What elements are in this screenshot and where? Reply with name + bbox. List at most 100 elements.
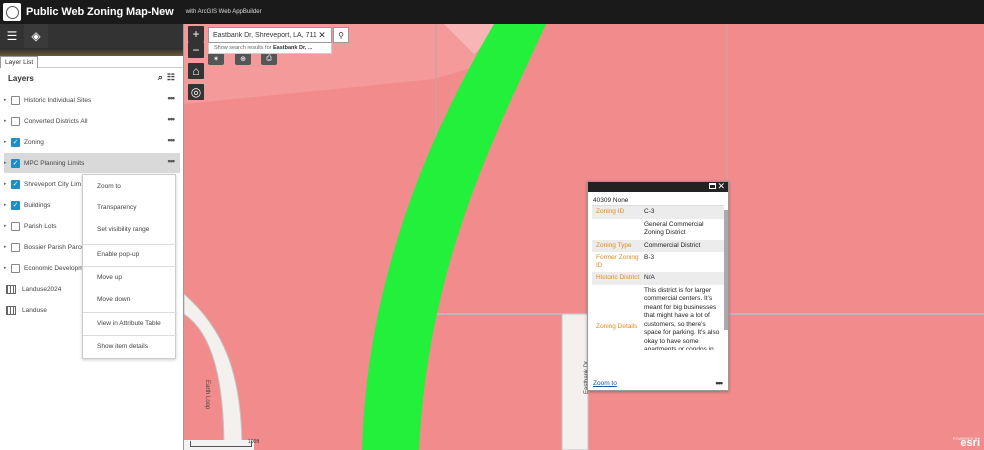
context-menu-item[interactable]: Show item details <box>83 341 177 353</box>
layer-visibility-checkbox[interactable] <box>11 263 20 273</box>
popup-field-value: N/A <box>644 274 655 281</box>
popup-field-value: This district is for larger commercial c… <box>644 286 720 351</box>
layer-label: Historic Individual Sites <box>24 96 92 104</box>
context-menu-item[interactable]: Enable pop-up <box>83 249 177 261</box>
layer-options-icon[interactable]: ••• <box>168 93 176 103</box>
context-menu-item[interactable]: Zoom to <box>83 181 177 193</box>
more-options-icon[interactable]: ••• <box>716 378 724 388</box>
print-icon[interactable]: ⎙ <box>261 53 277 65</box>
layer-label: Zoning <box>24 138 44 146</box>
layer-label: MPC Planning Limits <box>24 159 85 167</box>
search-suggestion[interactable]: Show search results for Eastbank Dr, ... <box>208 43 332 54</box>
layer-visibility-checkbox[interactable]: ✓ <box>11 200 20 210</box>
popup-field-value: C-3 <box>644 208 655 215</box>
popup-field-key: Zoning ID <box>596 208 625 215</box>
expand-caret-icon[interactable]: ▸ <box>4 97 10 103</box>
popup-field-row: Zoning Type Commercial District <box>592 239 724 252</box>
context-menu-item[interactable]: Set visibility range <box>83 224 177 236</box>
layer-context-menu: Zoom to Transparency Set visibility range E… <box>82 174 177 359</box>
popup-title: 40309 None <box>592 192 724 206</box>
measure-icon[interactable]: ✶ <box>208 53 224 65</box>
popup-field-value: General Commercial Zoning District <box>644 220 704 237</box>
app-title: Public Web Zoning Map-New <box>26 6 174 18</box>
popup-content: 40309 None Zoning ID C-3 General Commercia… <box>588 192 728 350</box>
scale-bar <box>190 441 252 447</box>
menu-divider <box>83 312 177 313</box>
search-box: ✕ <box>208 27 332 43</box>
layer-row[interactable]: ▸ ✓ MPC Planning Limits ••• <box>4 153 180 173</box>
layer-visibility-checkbox[interactable] <box>11 242 20 252</box>
expand-caret-icon[interactable]: ▸ <box>4 160 10 166</box>
layer-visibility-checkbox[interactable] <box>11 95 20 105</box>
popup-field-row: Former Zoning ID B-3 <box>592 252 724 272</box>
layer-options-icon[interactable]: ••• <box>168 156 176 166</box>
layer-visibility-checkbox[interactable]: ✓ <box>11 158 20 168</box>
popup-titlebar: ✕ <box>588 181 728 192</box>
expand-caret-icon[interactable]: ▸ <box>4 139 10 145</box>
popup-field-key: Former Zoning ID <box>596 254 639 269</box>
layer-visibility-checkbox[interactable] <box>11 116 20 126</box>
expand-caret-icon[interactable]: ▸ <box>4 223 10 229</box>
search-hint-prefix: Show search results for <box>214 45 272 51</box>
context-menu-item[interactable]: Move down <box>83 294 177 306</box>
popup-field-row: Zoning ID C-3 <box>592 206 724 219</box>
layer-label: Shreveport City Lim <box>24 180 82 188</box>
layer-row[interactable]: ▸ Converted Districts All ••• <box>4 111 180 131</box>
home-button[interactable]: ⌂ <box>188 63 204 79</box>
layer-row[interactable]: ▸ Historic Individual Sites ••• <box>4 90 180 110</box>
expand-caret-icon[interactable]: ▸ <box>4 244 10 250</box>
zoom-in-button[interactable]: + <box>188 26 204 42</box>
zoom-out-button[interactable]: − <box>188 42 204 58</box>
layers-icon[interactable]: ◈ <box>24 24 48 48</box>
layer-label: Economic Developm <box>24 264 84 272</box>
esri-wordmark: esri <box>960 437 980 449</box>
context-menu-item[interactable]: View in Attribute Table <box>83 318 177 330</box>
layer-options-icon[interactable]: ••• <box>168 114 176 124</box>
popup-fields: Zoning ID C-3 General Commercial Zoning Di… <box>588 206 728 350</box>
layer-label: Bossier Parish Parcel <box>24 243 87 251</box>
layer-options-icon[interactable]: ••• <box>168 135 176 145</box>
tab-layer-list[interactable]: Layer List <box>0 56 39 68</box>
table-icon <box>6 284 16 294</box>
expand-caret-icon[interactable]: ▸ <box>4 265 10 271</box>
search-input[interactable] <box>209 28 317 42</box>
layer-visibility-checkbox[interactable]: ✓ <box>11 137 20 147</box>
maximize-icon[interactable] <box>709 183 716 189</box>
popup-field-key: Zoning Details <box>596 322 638 330</box>
popup-field-key <box>592 219 642 240</box>
layer-label: Landuse2024 <box>22 285 62 293</box>
popup-field-row: General Commercial Zoning District <box>592 219 724 240</box>
layer-row[interactable]: ▸ ✓ Zoning ••• <box>4 132 180 152</box>
popup-field-row: Historic District N/A <box>592 272 724 285</box>
layer-visibility-checkbox[interactable] <box>11 221 20 231</box>
app-header: Public Web Zoning Map-New with ArcGIS We… <box>0 0 984 24</box>
map-view[interactable]: + − ⌂ ◎ ✶ ⊕ ⎙ ✕ ⚲ Show search results fo… <box>184 24 984 450</box>
popup-scrollbar[interactable] <box>724 210 728 330</box>
menu-divider <box>83 266 177 267</box>
context-menu-item[interactable]: Transparency <box>83 202 177 214</box>
search-icon[interactable]: ⌕ <box>158 72 163 83</box>
menu-divider <box>83 335 177 336</box>
layer-label: Converted Districts All <box>24 117 88 125</box>
expand-caret-icon[interactable]: ▸ <box>4 202 10 208</box>
layer-label: Landuse <box>22 306 47 314</box>
filter-list-icon[interactable]: ☷ <box>167 72 175 83</box>
basemap-gallery-icon[interactable]: ⊕ <box>235 53 251 65</box>
panel-tabbar: Layer List <box>0 56 183 68</box>
context-menu-item[interactable]: Move up <box>83 272 177 284</box>
popup-field-value: Commercial District <box>644 241 701 249</box>
clear-search-icon[interactable]: ✕ <box>317 30 327 41</box>
layer-visibility-checkbox[interactable]: ✓ <box>11 179 20 189</box>
search-button[interactable]: ⚲ <box>333 27 349 43</box>
locate-button[interactable]: ◎ <box>188 84 204 100</box>
search-icon: ⚲ <box>338 30 344 40</box>
zoom-to-link[interactable]: Zoom to <box>593 380 617 387</box>
popup-field-value: B-3 <box>644 254 655 261</box>
legend-list-icon[interactable]: ☰ <box>0 24 24 48</box>
expand-caret-icon[interactable]: ▸ <box>4 118 10 124</box>
app-subtitle: with ArcGIS Web AppBuilder <box>185 9 262 15</box>
layer-label: Buildings <box>24 201 51 209</box>
feature-popup: ✕ 40309 None Zoning ID C-3 General Commerc… <box>587 181 729 391</box>
expand-caret-icon[interactable]: ▸ <box>4 181 10 187</box>
close-icon[interactable]: ✕ <box>717 181 725 192</box>
